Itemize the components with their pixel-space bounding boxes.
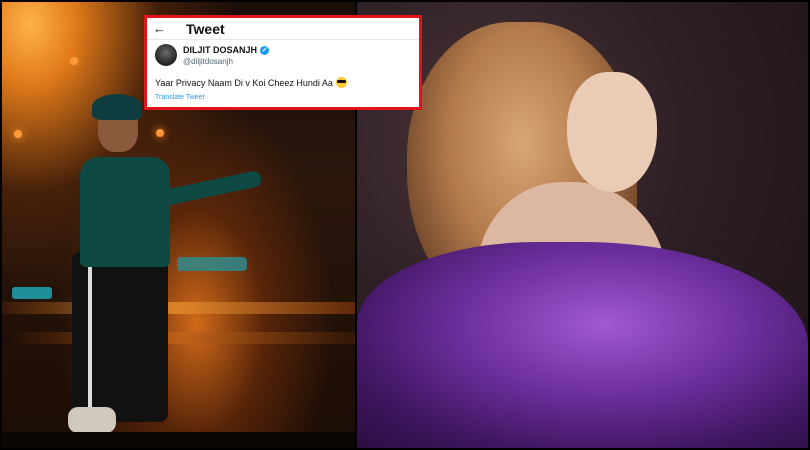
tweet-header-title: Tweet (186, 21, 225, 37)
stage-light-bar (2, 302, 355, 314)
stage-floor (2, 432, 355, 448)
translate-tweet-link[interactable]: Translate Tweet (155, 94, 204, 101)
stage-prop (12, 287, 52, 299)
tweet-text: Yaar Privacy Naam Di v Koi Cheez Hundi A… (155, 77, 333, 88)
portrait-face (567, 72, 657, 192)
portrait-purple-dress (357, 242, 808, 448)
verified-badge-icon: ✓ (260, 45, 270, 55)
performer-pants (72, 252, 168, 422)
tweet-text-row: Yaar Privacy Naam Di v Koi Cheez Hundi A… (155, 77, 347, 88)
performer-shirt (80, 157, 170, 267)
performer-pants-stripe (88, 264, 92, 414)
performer-shoe (68, 407, 116, 433)
avatar[interactable] (155, 44, 177, 66)
stage-prop (177, 257, 247, 271)
tweet-header: ← Tweet (153, 20, 225, 38)
back-arrow-icon[interactable]: ← (153, 22, 166, 36)
stage-light (156, 129, 164, 137)
tweet-card: ← Tweet DILJIT DOSANJH ✓ @diljitdosanjh … (144, 15, 422, 110)
right-photo-portrait (357, 2, 808, 448)
stage-light (14, 130, 22, 138)
sunglasses-emoji-icon (335, 77, 347, 88)
author-handle[interactable]: @diljitdosanjh (183, 57, 233, 66)
performer-arm (161, 169, 263, 207)
author-name[interactable]: DILJIT DOSANJH (183, 45, 257, 55)
stage-light-bar (2, 332, 355, 344)
collage-frame: ← Tweet DILJIT DOSANJH ✓ @diljitdosanjh … (0, 0, 810, 450)
stage-light (70, 57, 78, 65)
author-name-row: DILJIT DOSANJH ✓ (183, 45, 270, 55)
divider (147, 39, 419, 40)
performer-turban (92, 94, 142, 120)
